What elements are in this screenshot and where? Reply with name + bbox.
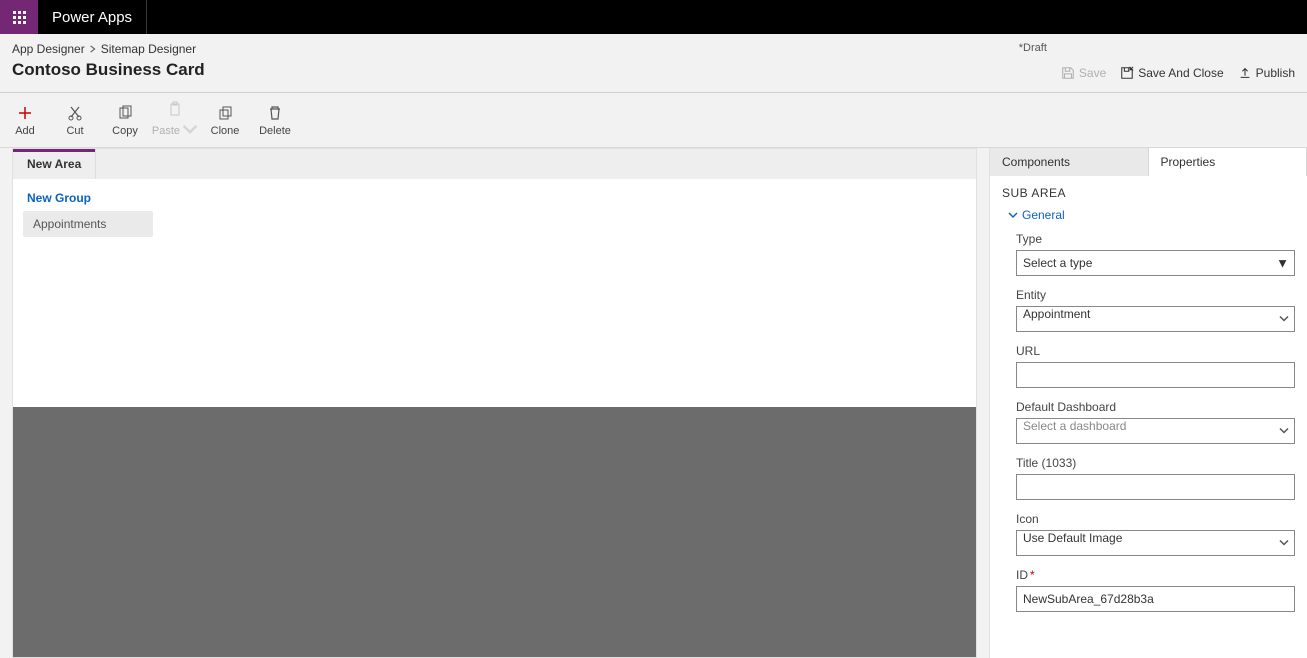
toolbar: Add Cut Copy Paste Clone Delete — [0, 93, 1307, 148]
publish-button-label: Publish — [1256, 66, 1295, 80]
cut-label: Cut — [66, 125, 83, 137]
canvas-body: New Group Appointments — [13, 179, 976, 407]
tab-properties[interactable]: Properties — [1149, 148, 1307, 176]
clone-label: Clone — [211, 125, 240, 137]
entity-field-label: Entity — [1016, 288, 1295, 302]
tab-properties-label: Properties — [1161, 155, 1216, 169]
id-input[interactable] — [1016, 586, 1295, 612]
add-button[interactable]: Add — [0, 97, 50, 147]
icon-select[interactable]: Use Default Image — [1016, 530, 1295, 556]
waffle-icon — [13, 11, 26, 24]
paste-button: Paste — [150, 97, 200, 147]
save-icon — [1061, 66, 1075, 80]
publish-icon — [1238, 66, 1252, 80]
area-tabs: New Area — [13, 149, 976, 179]
group-item[interactable]: New Group Appointments — [23, 191, 966, 237]
save-button: Save — [1061, 66, 1106, 80]
copy-button[interactable]: Copy — [100, 97, 150, 147]
clone-icon — [217, 105, 233, 121]
save-close-button-label: Save And Close — [1138, 66, 1223, 80]
main-region: New Area New Group Appointments Componen… — [0, 148, 1307, 658]
top-bar: Power Apps — [0, 0, 1307, 34]
tab-components[interactable]: Components — [990, 148, 1149, 176]
tab-components-label: Components — [1002, 155, 1070, 169]
subarea-item-label: Appointments — [33, 217, 106, 231]
app-name: Power Apps — [38, 0, 147, 34]
plus-icon — [17, 105, 33, 121]
title-field-label: Title (1033) — [1016, 456, 1295, 470]
general-section-toggle[interactable]: General — [1008, 208, 1295, 222]
area-tab-new-area[interactable]: New Area — [13, 149, 96, 179]
copy-icon — [117, 105, 133, 121]
area-tab-label: New Area — [27, 157, 81, 171]
chevron-right-icon — [89, 42, 97, 56]
copy-label: Copy — [112, 125, 138, 137]
clipboard-icon — [167, 101, 183, 117]
entity-select[interactable]: Appointment — [1016, 306, 1295, 332]
icon-field-label: Icon — [1016, 512, 1295, 526]
save-and-close-button[interactable]: Save And Close — [1120, 66, 1223, 80]
page-title: Contoso Business Card — [12, 60, 205, 80]
trash-icon — [267, 105, 283, 121]
publish-button[interactable]: Publish — [1238, 66, 1295, 80]
type-field-label: Type — [1016, 232, 1295, 246]
dashboard-select[interactable]: Select a dashboard — [1016, 418, 1295, 444]
delete-label: Delete — [259, 125, 291, 137]
save-button-label: Save — [1079, 66, 1106, 80]
delete-button[interactable]: Delete — [250, 97, 300, 147]
breadcrumb-root[interactable]: App Designer — [12, 42, 85, 56]
save-close-icon — [1120, 66, 1134, 80]
chevron-down-icon — [182, 121, 198, 137]
app-launcher-button[interactable] — [0, 0, 38, 34]
draft-status: *Draft — [1019, 42, 1047, 54]
breadcrumb: App Designer Sitemap Designer — [12, 42, 205, 56]
general-label: General — [1022, 208, 1065, 222]
url-input[interactable] — [1016, 362, 1295, 388]
panel-tabs: Components Properties — [990, 148, 1307, 176]
id-field-label: ID* — [1016, 568, 1295, 582]
chevron-down-icon — [1008, 210, 1018, 220]
section-title-subarea: SUB AREA — [1002, 186, 1295, 200]
sitemap-canvas: New Area New Group Appointments — [12, 148, 977, 658]
required-asterisk: * — [1030, 568, 1035, 582]
add-label: Add — [15, 125, 35, 137]
breadcrumb-current: Sitemap Designer — [101, 42, 196, 56]
type-select[interactable]: Select a type — [1016, 250, 1295, 276]
group-label: New Group — [23, 191, 966, 205]
clone-button[interactable]: Clone — [200, 97, 250, 147]
header-bar: App Designer Sitemap Designer Contoso Bu… — [0, 34, 1307, 93]
subarea-item-appointments[interactable]: Appointments — [23, 211, 153, 237]
paste-label: Paste — [152, 125, 180, 137]
title-input[interactable] — [1016, 474, 1295, 500]
canvas-empty-area — [13, 407, 976, 657]
scissors-icon — [67, 105, 83, 121]
url-field-label: URL — [1016, 344, 1295, 358]
properties-panel: Components Properties SUB AREA General T… — [989, 148, 1307, 658]
dashboard-field-label: Default Dashboard — [1016, 400, 1295, 414]
cut-button[interactable]: Cut — [50, 97, 100, 147]
